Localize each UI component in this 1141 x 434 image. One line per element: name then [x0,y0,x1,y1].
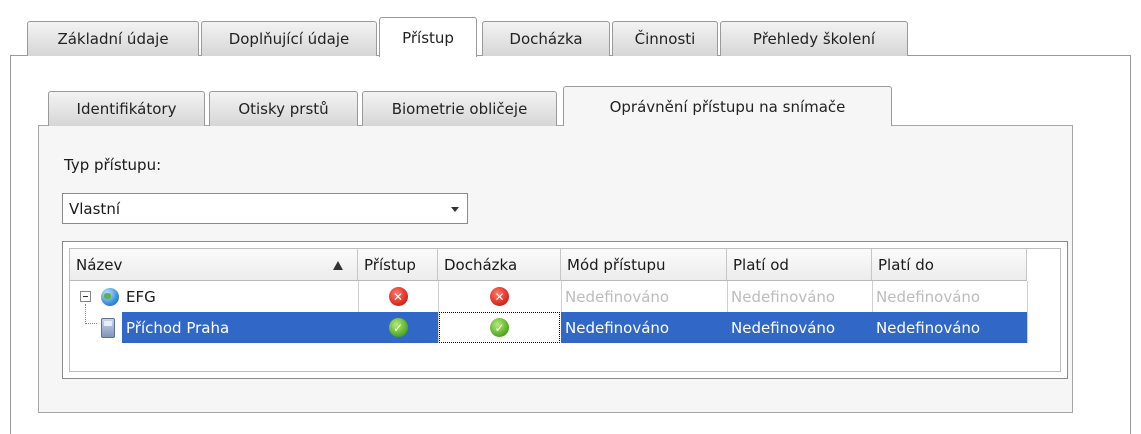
column-header-label: Platí do [878,255,934,274]
tab-label: Doplňující údaje [228,30,350,48]
tab-doplnujici-udaje[interactable]: Doplňující údaje [201,21,377,56]
row-mode[interactable]: Nedefinováno [561,312,727,343]
denied-icon: ✕ [388,287,408,306]
row-valid-to[interactable]: Nedefinováno [872,312,1027,343]
tab-cinnosti[interactable]: Činnosti [612,21,718,56]
column-header-dochazka[interactable]: Docházka [438,249,561,281]
tab-prehledy-skoleni[interactable]: Přehledy školení [720,21,908,56]
row-access[interactable]: ✓ [358,312,438,343]
column-header-label: Docházka [444,255,518,274]
allowed-icon: ✓ [388,318,408,337]
subtab-identifikatory[interactable]: Identifikátory [48,91,205,126]
row-valid-from[interactable]: Nedefinováno [727,312,872,343]
sort-ascending-icon [333,261,343,270]
access-type-select[interactable]: Vlastní [62,193,468,224]
row-attendance[interactable]: ✓ [439,312,560,343]
row-attendance[interactable]: ✕ [438,281,561,312]
globe-icon [101,288,119,306]
access-type-value: Vlastní [69,200,120,218]
reader-device-icon [101,318,115,338]
tab-zakladni-udaje[interactable]: Základní údaje [27,21,199,56]
tree-connector [85,304,97,324]
tab-label: Činnosti [634,30,696,48]
row-access[interactable]: ✕ [358,281,438,312]
tab-dochazka[interactable]: Docházka [482,21,610,56]
column-header-label: Přístup [364,255,416,274]
denied-icon: ✕ [490,287,509,306]
column-header-label: Platí od [733,255,789,274]
tab-label: Přístup [402,28,454,47]
subtab-label: Biometrie obličeje [391,100,528,118]
tab-label: Základní údaje [57,30,169,48]
column-header-label: Název [76,255,123,274]
tab-label: Přehledy školení [752,30,876,48]
row-mode[interactable]: Nedefinováno [561,281,727,312]
row-name: Příchod Praha [122,312,358,343]
column-header-plati-do[interactable]: Platí do [872,249,1027,281]
collapse-icon[interactable] [80,291,91,302]
subtab-label: Oprávnění přístupu na snímače [609,97,846,116]
access-type-label: Typ přístupu: [64,156,162,174]
access-grid-body: Název Přístup Docházka Mód přístupu Plat… [69,248,1061,372]
column-header-pristup[interactable]: Přístup [358,249,438,281]
chevron-down-icon[interactable] [451,207,459,212]
column-divider [1027,281,1028,343]
allowed-icon: ✓ [490,318,509,337]
access-grid: Název Přístup Docházka Mód přístupu Plat… [62,241,1068,379]
tab-pristup[interactable]: Přístup [379,17,477,57]
tab-label: Docházka [509,30,583,48]
column-header-nazev[interactable]: Název [70,249,358,281]
row-valid-from[interactable]: Nedefinováno [727,281,872,312]
subtab-label: Identifikátory [76,100,177,118]
subtab-label: Otisky prstů [238,100,329,118]
row-name: EFG [126,287,156,306]
subtab-otisky-prstu[interactable]: Otisky prstů [209,91,358,126]
column-header-label: Mód přístupu [567,255,666,274]
row-valid-to[interactable]: Nedefinováno [872,281,1027,312]
subtab-opravneni-pristupu[interactable]: Oprávnění přístupu na snímače [563,86,892,126]
column-header-plati-od[interactable]: Platí od [727,249,872,281]
column-header-mod-pristupu[interactable]: Mód přístupu [561,249,727,281]
subtab-biometrie-obliceje[interactable]: Biometrie obličeje [362,91,557,126]
